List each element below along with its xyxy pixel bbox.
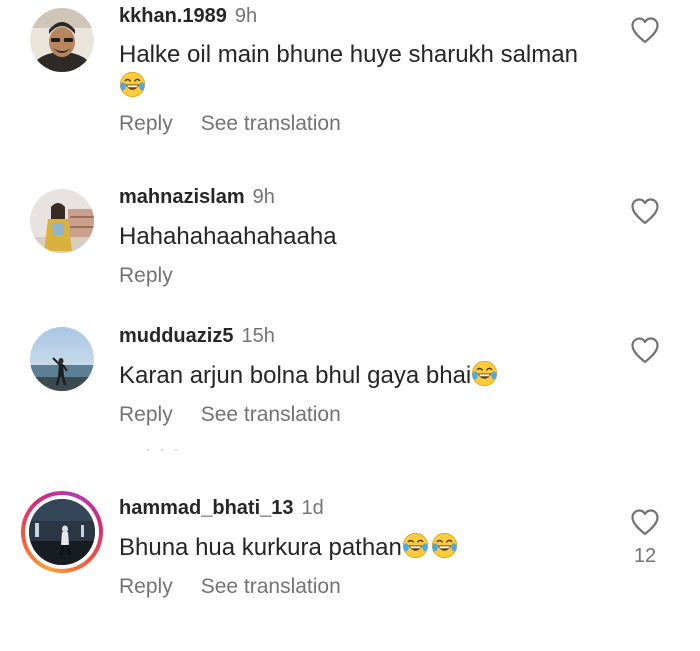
reply-button[interactable]: Reply xyxy=(119,575,173,598)
timestamp: 1d xyxy=(301,497,324,519)
comment-actions: Reply See translation xyxy=(119,575,341,599)
username[interactable]: mudduaziz5 xyxy=(119,325,233,347)
timestamp: 15h xyxy=(241,325,275,347)
see-translation-button[interactable]: See translation xyxy=(201,403,341,426)
heart-icon[interactable] xyxy=(630,16,660,44)
heart-icon[interactable] xyxy=(630,508,660,536)
comment-actions: Reply See translation xyxy=(119,403,341,427)
comment-text xyxy=(119,70,146,104)
reply-button[interactable]: Reply xyxy=(119,112,173,135)
heart-icon[interactable] xyxy=(630,197,660,225)
laughing-tears-emoji-icon xyxy=(431,532,457,559)
comment-text: Hahahahaahahaaha xyxy=(119,220,337,254)
laughing-tears-emoji-icon xyxy=(119,71,146,98)
timestamp: 9h xyxy=(252,186,275,208)
comment-text: Halke oil main bhune huye sharukh salman xyxy=(119,38,578,72)
username[interactable]: hammad_bhati_13 xyxy=(119,497,294,519)
reply-button[interactable]: Reply xyxy=(119,403,173,426)
comment-meta: mahnazislam 9h xyxy=(119,186,275,209)
timestamp: 9h xyxy=(234,5,258,27)
divider-dots: ··· xyxy=(146,442,188,456)
username[interactable]: kkhan.1989 xyxy=(119,5,227,27)
laughing-tears-emoji-icon xyxy=(472,360,498,387)
comment-text: Bhuna hua kurkura pathan xyxy=(119,531,458,565)
comment-meta: mudduaziz5 15h xyxy=(119,325,275,348)
avatar xyxy=(29,499,95,565)
reply-button[interactable]: Reply xyxy=(119,264,173,287)
comment-text: Karan arjun bolna bhul gaya bhai xyxy=(119,359,498,393)
avatar[interactable] xyxy=(30,8,94,72)
username[interactable]: mahnazislam xyxy=(119,186,245,208)
avatar[interactable] xyxy=(30,327,94,391)
story-ring-avatar[interactable] xyxy=(21,491,103,573)
heart-icon[interactable] xyxy=(630,336,660,364)
comments-list: kkhan.1989 9h Halke oil main bhune huye s… xyxy=(0,0,700,651)
comment-meta: kkhan.1989 9h xyxy=(119,5,257,28)
laughing-tears-emoji-icon xyxy=(402,532,428,559)
see-translation-button[interactable]: See translation xyxy=(201,112,341,135)
comment-text-line: Karan arjun bolna bhul gaya bhai xyxy=(119,362,472,389)
avatar[interactable] xyxy=(30,189,94,253)
comment-text-line: Halke oil main bhune huye sharukh salman xyxy=(119,41,578,68)
like-count: 12 xyxy=(633,545,657,567)
comment-meta: hammad_bhati_13 1d xyxy=(119,497,324,520)
comment-actions: Reply See translation xyxy=(119,112,341,136)
comment-actions: Reply xyxy=(119,264,173,288)
comment-text-line: Hahahahaahahaaha xyxy=(119,223,337,250)
comment-text-line: Bhuna hua kurkura pathan xyxy=(119,534,402,561)
see-translation-button[interactable]: See translation xyxy=(201,575,341,598)
